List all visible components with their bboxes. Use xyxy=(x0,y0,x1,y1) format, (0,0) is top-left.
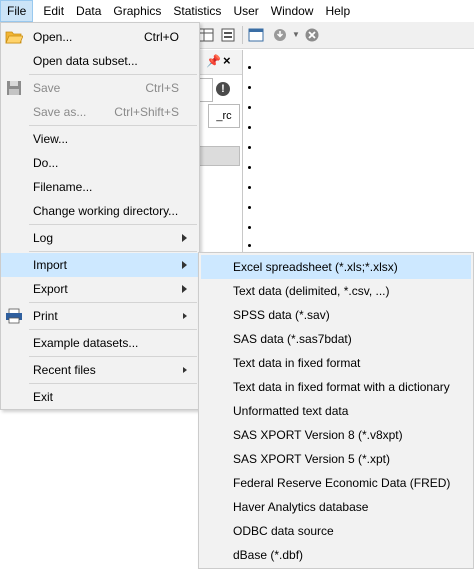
menu-item-export[interactable]: Export xyxy=(1,277,199,301)
submenu-arrow-icon xyxy=(183,313,187,319)
printer-icon xyxy=(6,308,22,324)
menu-file[interactable]: File xyxy=(0,0,34,22)
import-item-sas-xport-5[interactable]: SAS XPORT Version 5 (*.xpt) xyxy=(201,447,471,471)
file-menu: Open... Ctrl+O Open data subset... Save … xyxy=(0,22,200,410)
save-disk-icon xyxy=(7,81,21,95)
menu-item-log[interactable]: Log xyxy=(1,226,199,250)
import-item-text-fixed[interactable]: Text data in fixed format xyxy=(201,351,471,375)
menu-data[interactable]: Data xyxy=(70,0,107,22)
menu-separator xyxy=(29,356,197,357)
result-dot xyxy=(248,166,251,169)
toolbar: ▼ xyxy=(190,22,474,49)
break-icon[interactable] xyxy=(304,27,320,43)
import-item-text-delimited[interactable]: Text data (delimited, *.csv, ...) xyxy=(201,279,471,303)
menu-separator xyxy=(29,383,197,384)
menu-item-open[interactable]: Open... Ctrl+O xyxy=(1,25,199,49)
data-browser-icon[interactable] xyxy=(248,27,264,43)
submenu-arrow-icon xyxy=(182,261,187,269)
menu-item-change-working-directory[interactable]: Change working directory... xyxy=(1,199,199,223)
result-dot xyxy=(248,206,251,209)
menu-item-do[interactable]: Do... xyxy=(1,151,199,175)
import-item-unformatted-text[interactable]: Unformatted text data xyxy=(201,399,471,423)
menu-help[interactable]: Help xyxy=(319,0,356,22)
menu-item-example-datasets[interactable]: Example datasets... xyxy=(1,331,199,355)
panel-header: 📌 × xyxy=(196,50,242,75)
import-item-text-fixed-dictionary[interactable]: Text data in fixed format with a diction… xyxy=(201,375,471,399)
menu-separator xyxy=(29,125,197,126)
menu-bar: File Edit Data Graphics Statistics User … xyxy=(0,0,474,23)
open-folder-icon xyxy=(5,31,23,44)
menu-window[interactable]: Window xyxy=(265,0,320,22)
result-dot xyxy=(248,66,251,69)
menu-item-save-as[interactable]: Save as... Ctrl+Shift+S xyxy=(1,100,199,124)
menu-separator xyxy=(29,302,197,303)
submenu-arrow-icon xyxy=(182,234,187,242)
menu-item-print[interactable]: Print xyxy=(1,304,199,328)
import-item-fred[interactable]: Federal Reserve Economic Data (FRED) xyxy=(201,471,471,495)
menu-separator xyxy=(29,224,197,225)
submenu-arrow-icon xyxy=(183,367,187,373)
menu-graphics[interactable]: Graphics xyxy=(107,0,167,22)
menu-item-exit[interactable]: Exit xyxy=(1,385,199,409)
import-item-sas-xport-8[interactable]: SAS XPORT Version 8 (*.v8xpt) xyxy=(201,423,471,447)
import-item-excel[interactable]: Excel spreadsheet (*.xls;*.xlsx) xyxy=(201,255,471,279)
menu-statistics[interactable]: Statistics xyxy=(167,0,227,22)
menu-separator xyxy=(29,329,197,330)
import-submenu: Excel spreadsheet (*.xls;*.xlsx) Text da… xyxy=(198,252,474,569)
menu-item-view[interactable]: View... xyxy=(1,127,199,151)
more-icon[interactable] xyxy=(272,27,288,43)
rc-label: _rc xyxy=(208,104,240,128)
result-dot xyxy=(248,226,251,229)
menu-edit[interactable]: Edit xyxy=(37,0,70,22)
menu-item-open-subset[interactable]: Open data subset... xyxy=(1,49,199,73)
menu-item-filename[interactable]: Filename... xyxy=(1,175,199,199)
menu-item-import[interactable]: Import xyxy=(1,253,199,277)
error-icon: ! xyxy=(216,82,230,96)
data-editor-icon[interactable] xyxy=(198,27,214,43)
dropdown-arrow-icon[interactable]: ▼ xyxy=(292,30,300,39)
result-dot xyxy=(248,146,251,149)
result-dot xyxy=(248,106,251,109)
import-item-haver[interactable]: Haver Analytics database xyxy=(201,495,471,519)
import-item-dbase[interactable]: dBase (*.dbf) xyxy=(201,543,471,567)
submenu-arrow-icon xyxy=(182,285,187,293)
result-dot xyxy=(248,244,251,247)
pin-icon[interactable]: 📌 xyxy=(206,54,221,68)
import-item-odbc[interactable]: ODBC data source xyxy=(201,519,471,543)
menu-item-save[interactable]: Save Ctrl+S xyxy=(1,76,199,100)
import-item-sas[interactable]: SAS data (*.sas7bdat) xyxy=(201,327,471,351)
panel-row xyxy=(198,146,240,166)
result-dot xyxy=(248,126,251,129)
result-dot xyxy=(248,86,251,89)
result-dot xyxy=(248,186,251,189)
menu-item-recent-files[interactable]: Recent files xyxy=(1,358,199,382)
import-item-spss[interactable]: SPSS data (*.sav) xyxy=(201,303,471,327)
menu-separator xyxy=(29,251,197,252)
menu-user[interactable]: User xyxy=(227,0,264,22)
close-icon[interactable]: × xyxy=(223,53,231,68)
menu-separator xyxy=(29,74,197,75)
variables-manager-icon[interactable] xyxy=(220,27,236,43)
